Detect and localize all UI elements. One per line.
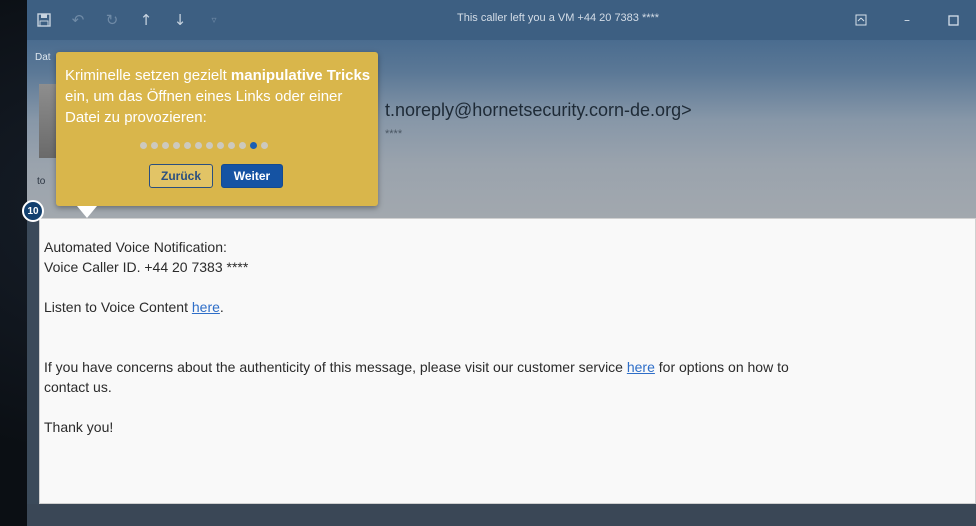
more-icon[interactable]: ▿ bbox=[197, 0, 231, 40]
tooltip-text: Kriminelle setzen gezielt manipulative T… bbox=[65, 67, 371, 126]
progress-dot bbox=[140, 142, 147, 149]
next-button[interactable]: Weiter bbox=[221, 164, 283, 188]
progress-dot bbox=[206, 142, 213, 149]
body-line: If you have concerns about the authentic… bbox=[44, 359, 789, 375]
maximize-icon[interactable] bbox=[930, 0, 976, 40]
up-arrow-icon[interactable]: ↑ bbox=[129, 0, 163, 40]
body-line: Automated Voice Notification: bbox=[44, 239, 227, 255]
date-label: Dat bbox=[35, 52, 51, 63]
customer-service-link[interactable]: here bbox=[627, 359, 655, 375]
progress-dot bbox=[173, 142, 180, 149]
to-label: to bbox=[37, 176, 46, 187]
progress-dot bbox=[217, 142, 224, 149]
bottom-strip bbox=[27, 504, 976, 526]
body-line: Voice Caller ID. +44 20 7383 **** bbox=[44, 259, 249, 275]
down-arrow-icon[interactable]: ↓ bbox=[163, 0, 197, 40]
progress-dot bbox=[195, 142, 202, 149]
minimize-icon[interactable]: – bbox=[884, 0, 930, 40]
restore-icon[interactable] bbox=[838, 0, 884, 40]
sender-address: t.noreply@hornetsecurity.corn-de.org> bbox=[385, 100, 692, 120]
undo-icon[interactable]: ↶ bbox=[61, 0, 95, 40]
title-bar: ↶ ↻ ↑ ↓ ▿ This caller left you a VM +44 … bbox=[27, 0, 976, 40]
back-button[interactable]: Zurück bbox=[149, 164, 213, 188]
progress-dots bbox=[140, 142, 268, 149]
body-line: Listen to Voice Content here. bbox=[44, 299, 224, 315]
body-line: contact us. bbox=[44, 379, 112, 395]
save-icon[interactable] bbox=[27, 0, 61, 40]
step-badge[interactable]: 10 bbox=[22, 200, 44, 222]
tutorial-tooltip: Kriminelle setzen gezielt manipulative T… bbox=[56, 52, 378, 206]
redo-icon[interactable]: ↻ bbox=[95, 0, 129, 40]
progress-dot bbox=[228, 142, 235, 149]
window-title: This caller left you a VM +44 20 7383 **… bbox=[457, 12, 660, 24]
tooltip-pointer bbox=[77, 206, 97, 218]
progress-dot bbox=[151, 142, 158, 149]
window-controls: – bbox=[838, 0, 976, 40]
voice-content-link[interactable]: here bbox=[192, 299, 220, 315]
sender-phone: **** bbox=[385, 128, 403, 140]
progress-dot-active bbox=[250, 142, 257, 149]
progress-dot bbox=[261, 142, 268, 149]
progress-dot bbox=[184, 142, 191, 149]
progress-dot bbox=[239, 142, 246, 149]
email-body: Automated Voice Notification: Voice Call… bbox=[39, 218, 976, 504]
progress-dot bbox=[162, 142, 169, 149]
body-line: Thank you! bbox=[44, 419, 114, 435]
